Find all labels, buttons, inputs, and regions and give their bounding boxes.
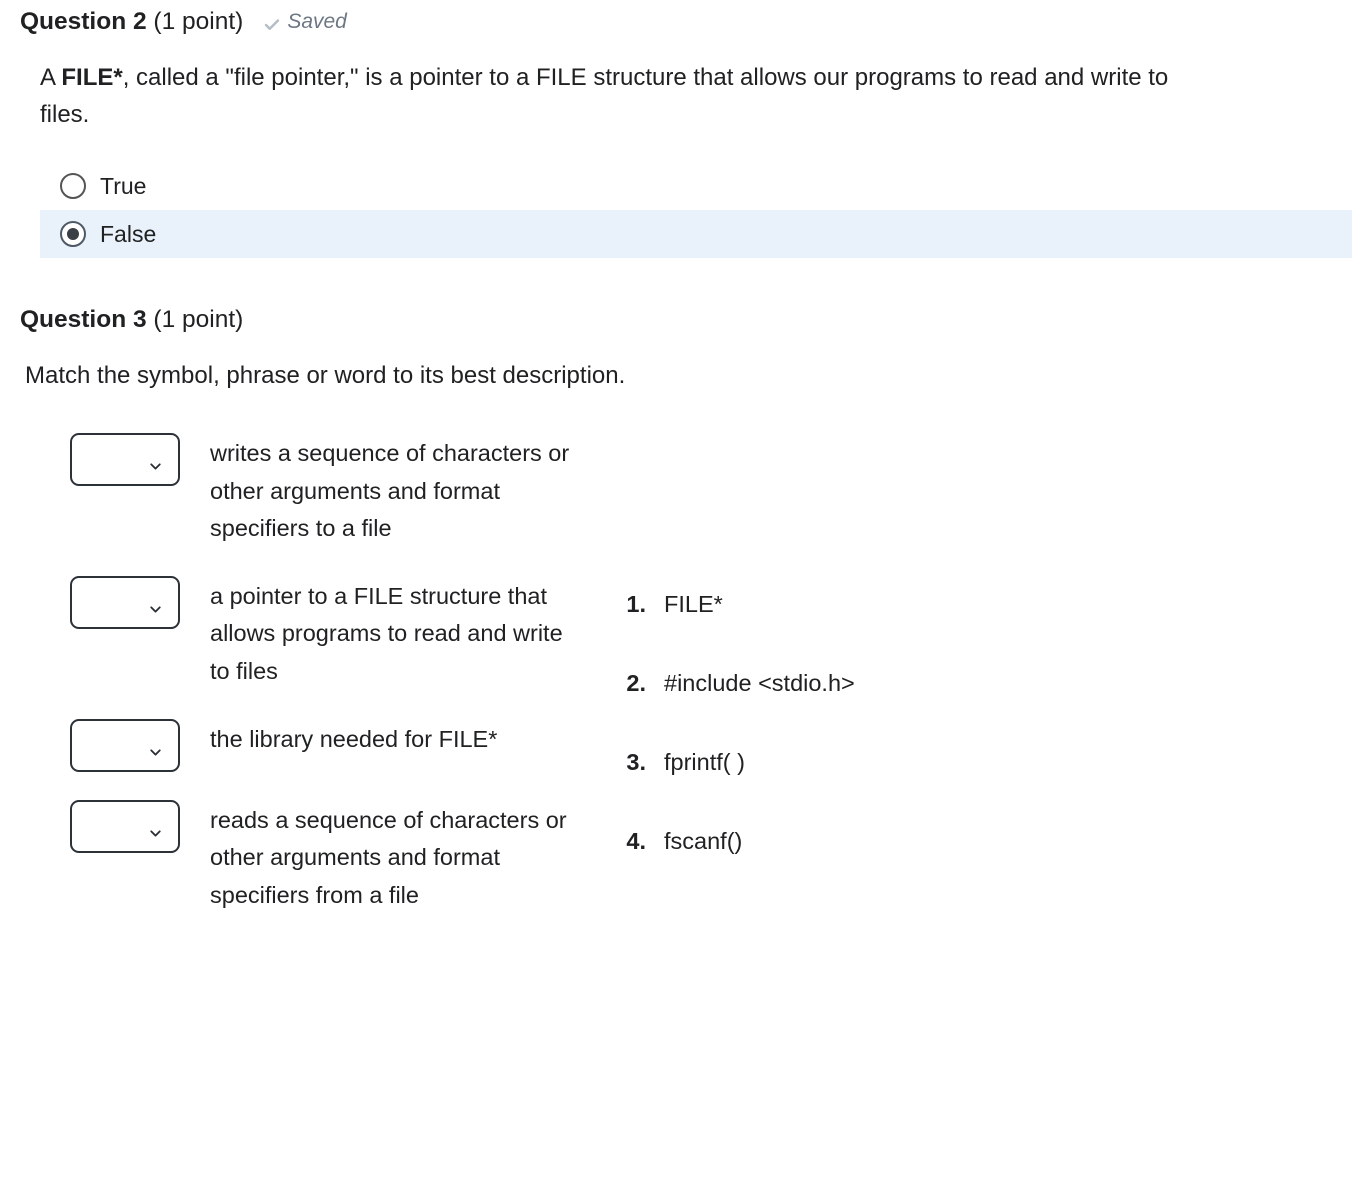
radio-icon — [60, 173, 86, 199]
match-row-1: writes a sequence of characters or other… — [70, 433, 580, 548]
question-2-header: Question 2 (1 point) Saved — [0, 0, 1352, 49]
answer-1-text: FILE* — [664, 588, 723, 621]
chevron-down-icon — [147, 737, 164, 754]
question-3-points: (1 point) — [153, 306, 243, 333]
match-select-1[interactable] — [70, 433, 180, 486]
question-2-number: Question 2 — [20, 8, 147, 35]
option-false[interactable]: False — [40, 210, 1352, 258]
question-3-number: Question 3 — [20, 306, 147, 333]
match-row-3: the library needed for FILE* — [70, 719, 580, 772]
answer-3: fprintf( ) — [620, 746, 855, 779]
prompt-bold: FILE* — [61, 64, 122, 91]
question-2-title: Question 2 (1 point) — [20, 5, 243, 39]
match-desc-4: reads a sequence of characters or other … — [210, 800, 580, 915]
question-3-prompt: Match the symbol, phrase or word to its … — [0, 347, 1352, 403]
question-2-prompt: A FILE*, called a "file pointer," is a p… — [0, 49, 1352, 143]
saved-label: Saved — [287, 7, 347, 36]
radio-icon — [60, 221, 86, 247]
check-icon — [263, 13, 281, 31]
question-3-title: Question 3 (1 point) — [20, 303, 243, 337]
chevron-down-icon — [147, 451, 164, 468]
match-area: writes a sequence of characters or other… — [0, 403, 1352, 942]
match-select-3[interactable] — [70, 719, 180, 772]
match-row-2: a pointer to a FILE structure that allow… — [70, 576, 580, 691]
match-desc-3: the library needed for FILE* — [210, 719, 497, 759]
answer-3-text: fprintf( ) — [664, 746, 745, 779]
answer-2-text: #include <stdio.h> — [664, 667, 855, 700]
prompt-prefix: A — [40, 64, 61, 91]
answer-4: fscanf() — [620, 825, 855, 858]
chevron-down-icon — [147, 594, 164, 611]
chevron-down-icon — [147, 818, 164, 835]
match-left-column: writes a sequence of characters or other… — [70, 433, 580, 942]
saved-indicator: Saved — [263, 7, 347, 36]
option-true-label: True — [100, 170, 146, 202]
question-2-points: (1 point) — [153, 8, 243, 35]
match-select-2[interactable] — [70, 576, 180, 629]
option-true[interactable]: True — [40, 162, 1352, 210]
match-right-column: FILE* #include <stdio.h> fprintf( ) fsca… — [620, 433, 855, 904]
answer-1: FILE* — [620, 588, 855, 621]
match-select-4[interactable] — [70, 800, 180, 853]
option-false-label: False — [100, 218, 156, 250]
question-3: Question 3 (1 point) Match the symbol, p… — [0, 298, 1352, 942]
match-desc-2: a pointer to a FILE structure that allow… — [210, 576, 580, 691]
question-2-options: True False — [0, 144, 1352, 258]
answer-4-text: fscanf() — [664, 825, 742, 858]
prompt-rest: , called a "file pointer," is a pointer … — [40, 64, 1168, 128]
answer-2: #include <stdio.h> — [620, 667, 855, 700]
answers-list: FILE* #include <stdio.h> fprintf( ) fsca… — [620, 588, 855, 858]
question-2: Question 2 (1 point) Saved A FILE*, call… — [0, 0, 1352, 258]
question-3-header: Question 3 (1 point) — [0, 298, 1352, 347]
match-desc-1: writes a sequence of characters or other… — [210, 433, 580, 548]
match-row-4: reads a sequence of characters or other … — [70, 800, 580, 915]
